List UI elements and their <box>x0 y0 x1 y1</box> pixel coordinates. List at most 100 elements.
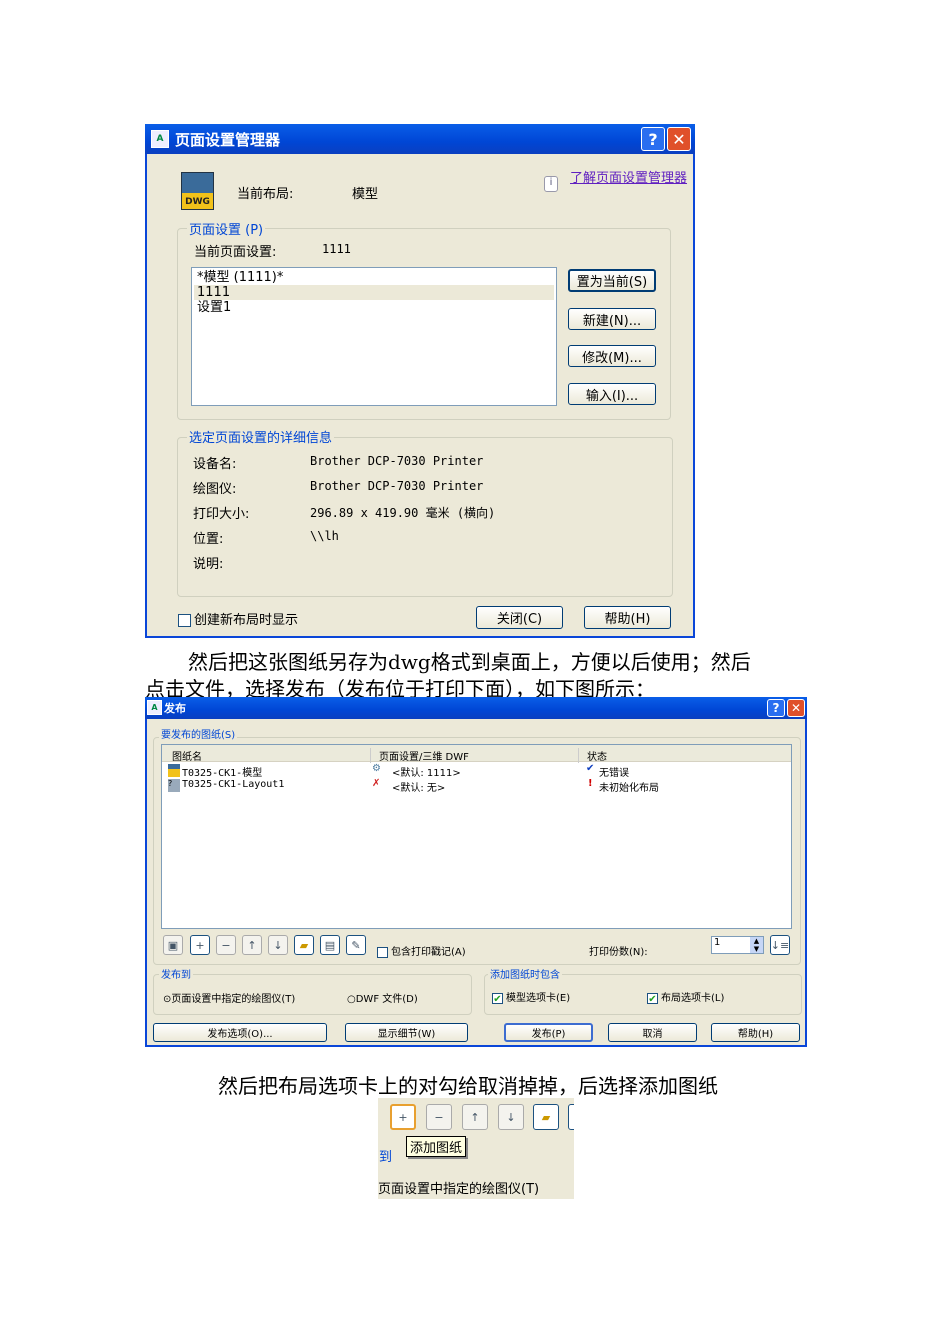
radio-label-fragment: 页面设置中指定的绘图仪(T) <box>378 1182 540 1197</box>
checkbox-box[interactable] <box>377 946 388 958</box>
add-sheets-tooltip-screenshot: + − ↑ ↓ ▰ 添加图纸 到 页面设置中指定的绘图仪(T) <box>378 1098 574 1199</box>
details-group-label: 选定页面设置的详细信息 <box>187 427 335 446</box>
dwf-radio[interactable]: ○DWF 文件(D) <box>347 990 418 1005</box>
publish-to-group-label: 发布到 <box>159 966 193 981</box>
checked-box[interactable]: ✔ <box>492 992 503 1005</box>
detail-value: 296.89 x 419.90 毫米 (横向) <box>310 506 496 520</box>
dwg-file-icon: DWG <box>181 172 214 210</box>
model-sheet-icon <box>168 764 180 777</box>
load-list-icon[interactable]: ▰ <box>533 1104 559 1130</box>
checkbox-box[interactable] <box>178 614 191 627</box>
sheet-name: T0325-CK1-模型 <box>182 768 263 779</box>
move-down-icon[interactable]: ↓ <box>498 1104 524 1130</box>
checkbox-label: 创建新布局时显示 <box>194 613 299 628</box>
page-setup-value: <默认: 1111> <box>392 768 461 779</box>
table-header: 图纸名 页面设置/三维 DWF 状态 <box>162 745 791 763</box>
detail-label: 位置: <box>193 532 224 547</box>
plotter-icon: ⚙ <box>372 763 381 774</box>
detail-value: Brother DCP-7030 Printer <box>310 479 484 493</box>
no-plotter-icon: ✗ <box>372 778 381 789</box>
paragraph-line: 然后把布局选项卡上的对勾给取消掉掉，后选择添加图纸 <box>218 1074 718 1098</box>
layout-tab-checkbox[interactable]: ✔ 布局选项卡(L) <box>647 989 724 1005</box>
checked-box[interactable]: ✔ <box>647 992 658 1005</box>
radio-empty-icon[interactable]: ○ <box>347 994 356 1005</box>
add-sheets-icon[interactable]: + <box>390 1104 416 1130</box>
checkbox-label: 包含打印戳记(A) <box>391 947 466 958</box>
check-icon: ✔ <box>586 763 595 774</box>
help-title-button[interactable]: ? <box>767 699 785 717</box>
current-layout-label: 当前布局: <box>237 187 294 202</box>
publish-options-button[interactable]: 发布选项(O)... <box>153 1023 327 1042</box>
list-item[interactable]: *模型 (1111)* <box>197 270 551 285</box>
checkbox-label: 模型选项卡(E) <box>506 993 571 1004</box>
new-button[interactable]: 新建(N)... <box>568 308 656 330</box>
move-up-icon[interactable]: ↑ <box>242 935 262 955</box>
autocad-app-icon: A <box>147 700 162 715</box>
radio-label: DWF 文件(D) <box>355 994 418 1005</box>
close-title-button[interactable]: ✕ <box>667 127 691 151</box>
copies-spinner[interactable]: 1 ▲ ▼ <box>711 936 764 954</box>
detail-label: 绘图仪: <box>193 482 237 497</box>
plotter-radio[interactable]: ⊙页面设置中指定的绘图仪(T) <box>163 990 295 1005</box>
show-on-new-layout-checkbox[interactable]: 创建新布局时显示 <box>178 609 298 628</box>
page-setup-list[interactable]: *模型 (1111)* 1111 设置1 <box>191 267 557 406</box>
cancel-button[interactable]: 取消 <box>608 1023 697 1042</box>
help-title-button[interactable]: ? <box>641 127 665 151</box>
copies-label: 打印份数(N): <box>589 947 648 958</box>
help-button[interactable]: 帮助(H) <box>584 606 671 629</box>
move-up-icon[interactable]: ↑ <box>462 1104 488 1130</box>
sheets-group-label: 要发布的图纸(S) <box>159 726 238 741</box>
current-setup-value: 1111 <box>322 242 351 256</box>
modify-button[interactable]: 修改(M)... <box>568 345 656 367</box>
column-header[interactable]: 图纸名 <box>172 748 202 763</box>
include-group-label: 添加图纸时包含 <box>488 966 562 981</box>
help-button[interactable]: 帮助(H) <box>711 1023 800 1042</box>
model-tab-checkbox[interactable]: ✔ 模型选项卡(E) <box>492 989 571 1005</box>
exclamation-icon: ! <box>588 778 593 789</box>
column-header[interactable]: 页面设置/三维 DWF <box>370 748 469 763</box>
title-bar: A 页面设置管理器 ? ✕ <box>145 124 695 154</box>
layout-sheet-icon: ? <box>168 779 180 792</box>
remove-sheets-icon[interactable]: − <box>216 935 236 955</box>
sort-icon[interactable]: ↓≡ <box>770 935 790 955</box>
copies-value: 1 <box>714 937 721 948</box>
current-layout-value: 模型 <box>352 187 379 202</box>
show-details-button[interactable]: 显示细节(W) <box>345 1023 468 1042</box>
save-list-icon[interactable] <box>568 1104 574 1130</box>
load-list-icon[interactable]: ▰ <box>294 935 314 955</box>
detail-label: 设备名: <box>193 457 237 472</box>
learn-page-setup-link[interactable]: 了解页面设置管理器 <box>570 172 690 186</box>
table-row[interactable]: ? T0325-CK1-Layout1 ✗ <默认: 无> ! 未初始化布局 <box>166 778 791 794</box>
page-setup-value: <默认: 无> <box>392 783 446 794</box>
import-button[interactable]: 输入(I)... <box>568 383 656 405</box>
plot-stamp-settings-icon[interactable]: ✎ <box>346 935 366 955</box>
radio-label: 页面设置中指定的绘图仪(T) <box>171 994 296 1005</box>
preview-icon[interactable]: ▣ <box>163 935 183 955</box>
page-setup-group-label: 页面设置 (P) <box>187 219 266 238</box>
autocad-app-icon: A <box>151 130 169 148</box>
remove-sheets-icon[interactable]: − <box>426 1104 452 1130</box>
detail-label: 打印大小: <box>193 507 250 522</box>
list-item[interactable]: 1111 <box>194 285 554 300</box>
sheet-name: T0325-CK1-Layout1 <box>182 779 285 790</box>
detail-value: \\lh <box>310 529 339 543</box>
add-sheets-icon[interactable]: + <box>190 935 210 955</box>
column-header[interactable]: 状态 <box>578 748 607 763</box>
save-list-icon[interactable]: ▤ <box>320 935 340 955</box>
close-button[interactable]: 关闭(C) <box>476 606 563 629</box>
sheets-table[interactable]: 图纸名 页面设置/三维 DWF 状态 T0325-CK1-模型 ⚙ <默认: 1… <box>161 744 792 929</box>
table-row[interactable]: T0325-CK1-模型 ⚙ <默认: 1111> ✔ 无错误 <box>166 763 791 779</box>
info-icon: i <box>544 176 558 192</box>
close-title-button[interactable]: ✕ <box>787 699 805 717</box>
dialog-title: 发布 <box>164 702 186 715</box>
paragraph-line: 然后把这张图纸另存为dwg格式到桌面上，方便以后使用；然后 <box>188 650 751 674</box>
publish-dialog: A 发布 ? ✕ 要发布的图纸(S) 图纸名 页面设置/三维 DWF 状态 T0… <box>145 697 807 1047</box>
move-down-icon[interactable]: ↓ <box>268 935 288 955</box>
set-current-button[interactable]: 置为当前(S) <box>568 269 656 292</box>
title-bar: A 发布 ? ✕ <box>145 697 807 719</box>
publish-button[interactable]: 发布(P) <box>504 1023 593 1042</box>
list-item[interactable]: 设置1 <box>197 300 551 315</box>
spinner-arrows-icon[interactable]: ▲ ▼ <box>750 937 763 953</box>
include-plot-stamp-checkbox[interactable]: 包含打印戳记(A) <box>377 943 466 958</box>
detail-label: 说明: <box>193 557 224 572</box>
